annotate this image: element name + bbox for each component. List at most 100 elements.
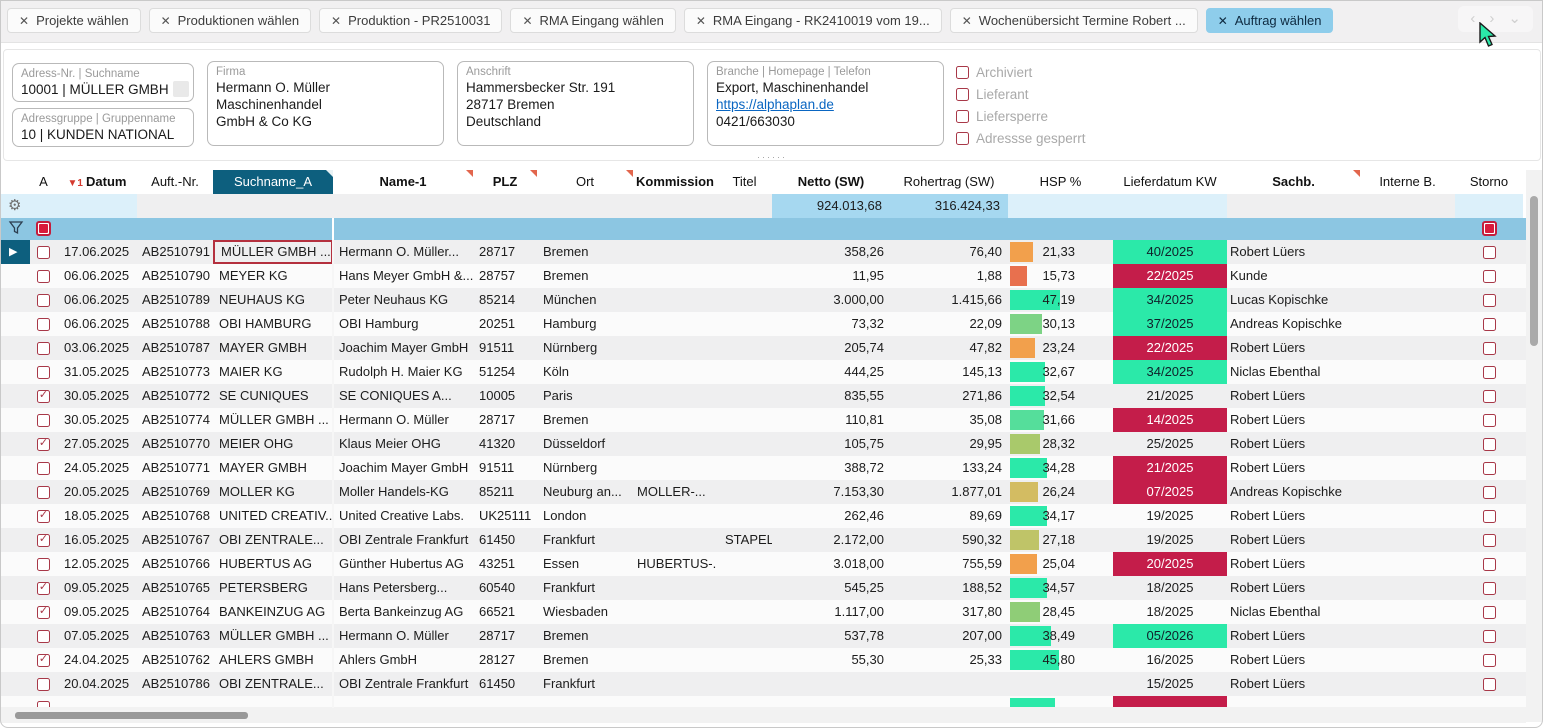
cell-titel[interactable]: [717, 432, 772, 456]
table-row[interactable]: 09.05.2025AB2510765PETERSBERGHans Peters…: [0, 576, 1528, 600]
column-header-sachb[interactable]: Sachb.: [1227, 170, 1360, 194]
cell-kw[interactable]: 37/2025: [1113, 312, 1227, 336]
cell-rohertrag[interactable]: 76,40: [890, 240, 1008, 264]
cell-hsp[interactable]: 21,33: [1008, 240, 1113, 264]
cell-sachb[interactable]: Andreas Kopischke: [1227, 480, 1360, 504]
column-header-interne[interactable]: Interne B.: [1360, 170, 1455, 194]
cell-kommission[interactable]: [633, 456, 717, 480]
cell-kommission[interactable]: [633, 528, 717, 552]
cell-titel[interactable]: [717, 360, 772, 384]
cell-a[interactable]: [30, 648, 57, 672]
checkbox[interactable]: [956, 109, 969, 123]
anschrift-field[interactable]: Anschrift Hammersbecker Str. 191 28717 Br…: [457, 61, 694, 146]
cell-ort[interactable]: Frankfurt: [537, 672, 633, 696]
table-row[interactable]: 06.06.2025 AB2510790 MEYER KG Hans Meyer Gm…: [0, 264, 1528, 288]
cell-interne[interactable]: [1360, 360, 1455, 384]
cell-netto[interactable]: 110,81: [772, 408, 890, 432]
row-checkbox[interactable]: [37, 629, 50, 643]
cell-ort[interactable]: Bremen: [537, 624, 633, 648]
cell-auftnr[interactable]: AB2510774: [137, 408, 213, 432]
cell-hsp[interactable]: 32,54: [1008, 384, 1113, 408]
cell-hsp[interactable]: 25,04: [1008, 552, 1113, 576]
table-row[interactable]: 06.06.2025 AB2510788 OBI HAMBURG OBI Hambur…: [0, 312, 1528, 336]
cell-kw[interactable]: 25/2025: [1113, 432, 1227, 456]
cell-rohertrag[interactable]: 188,52: [890, 576, 1008, 600]
cell-kw[interactable]: 18/2025: [1113, 576, 1227, 600]
cell-kommission[interactable]: [633, 600, 717, 624]
cell-plz[interactable]: 10005: [473, 384, 537, 408]
cell-netto[interactable]: 55,30: [772, 648, 890, 672]
cell-datum[interactable]: 16.05.2025: [57, 528, 137, 552]
cell-storno[interactable]: [1455, 552, 1523, 576]
table-row[interactable]: 18.05.2025AB2510768UNITED CREATIV...Unit…: [0, 504, 1528, 528]
column-header-name1[interactable]: Name-1: [333, 170, 473, 194]
cell-titel[interactable]: [717, 288, 772, 312]
cell-rohertrag[interactable]: 1,88: [890, 264, 1008, 288]
cell-a[interactable]: [30, 624, 57, 648]
cell-kw[interactable]: 20/2025: [1113, 552, 1227, 576]
cell-name1[interactable]: Joachim Mayer GmbH: [333, 336, 473, 360]
cell-rohertrag[interactable]: 590,32: [890, 528, 1008, 552]
cell-hsp[interactable]: 45,80: [1008, 648, 1113, 672]
cell-plz[interactable]: 28717: [473, 240, 537, 264]
cell-rohertrag[interactable]: 317,80: [890, 600, 1008, 624]
cell-suchname[interactable]: MEYER KG: [213, 264, 333, 288]
storno-checkbox[interactable]: [1482, 245, 1496, 259]
adressnr-dropdown-button[interactable]: [173, 81, 189, 97]
row-checkbox[interactable]: [37, 485, 50, 499]
cell-kw[interactable]: 18/2025: [1113, 600, 1227, 624]
storno-checkbox[interactable]: [1482, 413, 1496, 427]
storno-checkbox[interactable]: [1482, 677, 1496, 691]
table-row[interactable]: 09.05.2025AB2510764BANKEINZUG AGBerta Ba…: [0, 600, 1528, 624]
cell-ort[interactable]: Paris: [537, 384, 633, 408]
cell-kommission[interactable]: [633, 264, 717, 288]
row-checkbox[interactable]: [37, 653, 50, 667]
cell-a[interactable]: [30, 408, 57, 432]
cell-a[interactable]: [30, 312, 57, 336]
cell-rohertrag[interactable]: 89,69: [890, 504, 1008, 528]
cell-ort[interactable]: Frankfurt: [537, 576, 633, 600]
table-row[interactable]: 16.05.2025AB2510767OBI ZENTRALE...OBI Ze…: [0, 528, 1528, 552]
cell-datum[interactable]: 30.05.2025: [57, 408, 137, 432]
storno-checkbox[interactable]: [1482, 293, 1496, 307]
cell-hsp[interactable]: 34,17: [1008, 504, 1113, 528]
cell-name1[interactable]: Hans Meyer GmbH &...: [333, 264, 473, 288]
cell-datum[interactable]: 20.04.2025: [57, 672, 137, 696]
cell-hsp[interactable]: 28,32: [1008, 432, 1113, 456]
cell-kw[interactable]: 16/2025: [1113, 648, 1227, 672]
cell-interne[interactable]: [1360, 528, 1455, 552]
cell-ort[interactable]: Düsseldorf: [537, 432, 633, 456]
cell-sachb[interactable]: Robert Lüers: [1227, 408, 1360, 432]
cell-ort[interactable]: Bremen: [537, 240, 633, 264]
cell-datum[interactable]: 03.06.2025: [57, 336, 137, 360]
cell-netto[interactable]: 262,46: [772, 504, 890, 528]
cell-name1[interactable]: OBI Hamburg: [333, 312, 473, 336]
cell-hsp[interactable]: [1008, 672, 1113, 696]
checkbox[interactable]: [956, 65, 969, 79]
cell-hsp[interactable]: 23,24: [1008, 336, 1113, 360]
cell-titel[interactable]: [717, 576, 772, 600]
cell-ort[interactable]: London: [537, 504, 633, 528]
cell-netto[interactable]: 545,25: [772, 576, 890, 600]
cell-plz[interactable]: 60540: [473, 576, 537, 600]
tab-close-icon[interactable]: ✕: [161, 14, 171, 28]
cell-kommission[interactable]: [633, 648, 717, 672]
cell-suchname[interactable]: PETERSBERG: [213, 576, 333, 600]
storno-checkbox[interactable]: [1482, 629, 1496, 643]
cell-rohertrag[interactable]: [890, 672, 1008, 696]
cell-interne[interactable]: [1360, 384, 1455, 408]
cell-plz[interactable]: 28717: [473, 408, 537, 432]
cell-rohertrag[interactable]: 1.415,66: [890, 288, 1008, 312]
row-checkbox[interactable]: [37, 389, 50, 403]
cell-suchname[interactable]: MAYER GMBH: [213, 456, 333, 480]
storno-checkbox[interactable]: [1482, 485, 1496, 499]
table-row[interactable]: 03.06.2025 AB2510787 MAYER GMBH Joachim May…: [0, 336, 1528, 360]
row-checkbox[interactable]: [37, 605, 50, 619]
cell-storno[interactable]: [1455, 648, 1523, 672]
cell-kw[interactable]: 21/2025: [1113, 456, 1227, 480]
horizontal-scrollbar[interactable]: [0, 707, 1526, 723]
cell-storno[interactable]: [1455, 432, 1523, 456]
cell-sachb[interactable]: Robert Lüers: [1227, 432, 1360, 456]
cell-datum[interactable]: 18.05.2025: [57, 504, 137, 528]
splitter-handle[interactable]: ······: [748, 152, 796, 162]
